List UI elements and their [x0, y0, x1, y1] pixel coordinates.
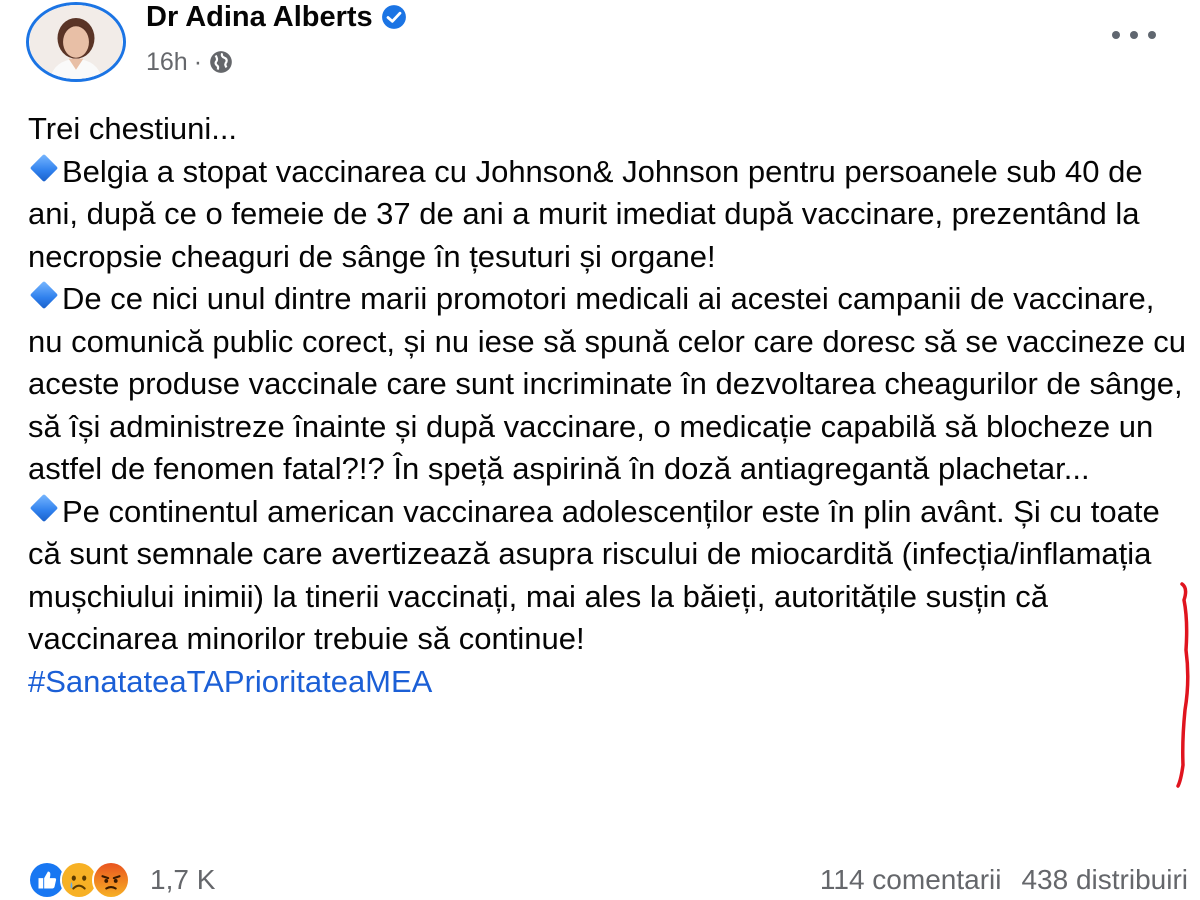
more-dot — [1148, 31, 1156, 39]
more-dot — [1130, 31, 1138, 39]
profile-photo — [29, 5, 123, 79]
post-timestamp[interactable]: 16h — [146, 46, 188, 78]
reactions-summary[interactable]: 1,7 K — [28, 861, 215, 899]
shares-count[interactable]: 438 distribuiri — [1021, 864, 1188, 896]
post-point: De ce nici unul dintre marii promotori m… — [28, 278, 1188, 491]
globe-icon[interactable] — [208, 49, 234, 75]
post-point-text: Belgia a stopat vaccinarea cu Johnson& J… — [28, 153, 1143, 274]
post-point-text: De ce nici unul dintre marii promotori m… — [28, 281, 1186, 486]
post-point: Belgia a stopat vaccinarea cu Johnson& J… — [28, 151, 1188, 279]
post-point: Pe continentul american vaccinarea adole… — [28, 491, 1188, 661]
reaction-count[interactable]: 1,7 K — [150, 864, 215, 896]
verified-badge-icon — [381, 5, 406, 29]
avatar[interactable] — [26, 2, 126, 82]
post-text: Trei chestiuni... Belgia a stopat vaccin… — [28, 108, 1188, 703]
post-meta: 16h · — [146, 46, 234, 78]
more-dot — [1112, 31, 1120, 39]
angry-reaction-icon — [92, 861, 130, 899]
post-intro: Trei chestiuni... — [28, 111, 238, 146]
author-name[interactable]: Dr Adina Alberts — [146, 0, 373, 34]
comments-count[interactable]: 114 comentarii — [820, 864, 1002, 896]
blue-diamond-icon — [29, 280, 59, 310]
facebook-post: Dr Adina Alberts 16h · Trei chestiuni...… — [0, 0, 1200, 900]
post-stats: 114 comentarii 438 distribuiri — [820, 864, 1188, 896]
meta-separator: · — [193, 48, 203, 76]
author-header: Dr Adina Alberts — [146, 0, 407, 34]
post-point-text: Pe continentul american vaccinarea adole… — [28, 493, 1160, 657]
red-hand-drawn-line — [1176, 582, 1190, 788]
post-footer: 1,7 K 114 comentarii 438 distribuiri — [28, 855, 1188, 900]
more-options-icon[interactable] — [1112, 20, 1156, 50]
blue-diamond-icon — [29, 153, 59, 182]
blue-diamond-icon — [29, 493, 59, 522]
hashtag-link[interactable]: #SanatateaTAPrioritateaMEA — [28, 661, 1188, 704]
